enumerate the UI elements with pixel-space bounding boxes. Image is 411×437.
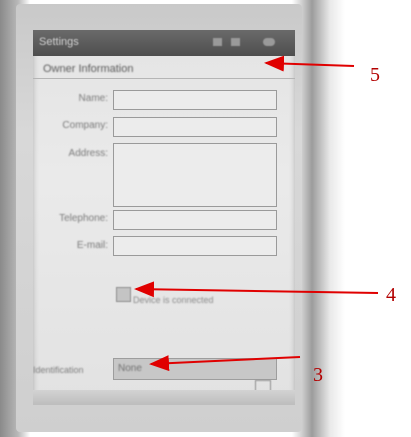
annotation-4: 4: [386, 284, 396, 306]
arrow-5: [264, 55, 355, 72]
annotation-5: 5: [370, 64, 380, 86]
annotation-arrows: [134, 55, 379, 372]
annotation-3: 3: [313, 364, 323, 386]
arrow-4: [134, 281, 379, 298]
arrow-3: [149, 355, 301, 372]
